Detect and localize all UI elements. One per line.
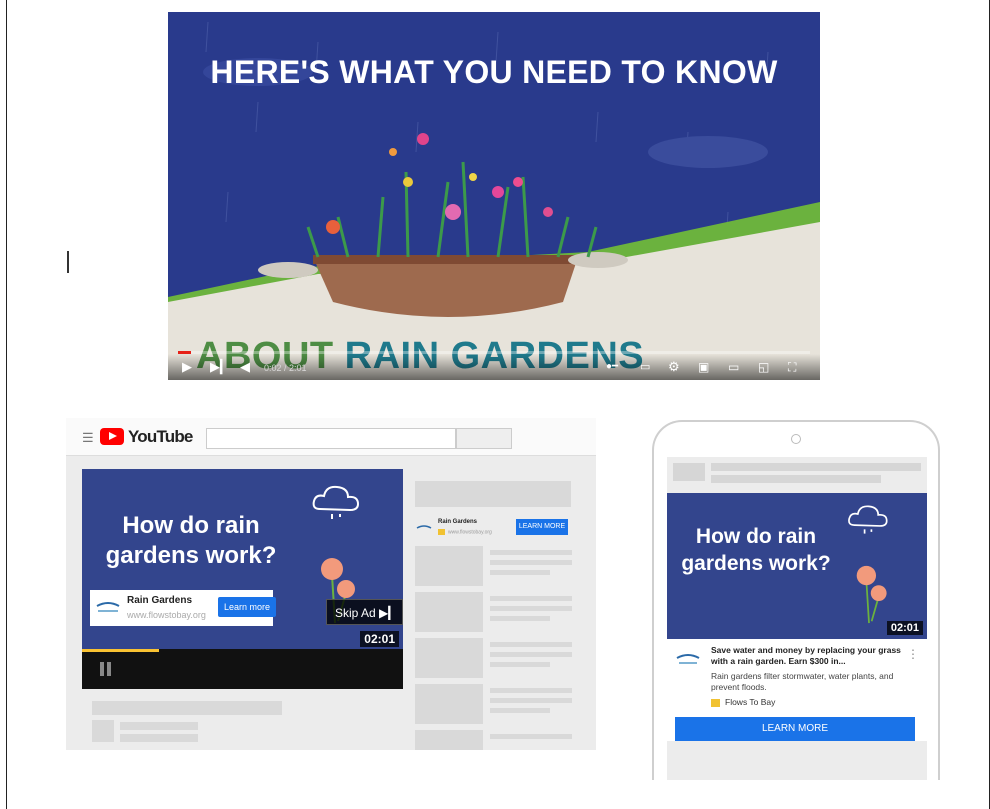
ad-url: www.flowstobay.org [127,610,206,620]
placeholder-text-3 [490,642,572,647]
placeholder-text-2c [490,616,550,621]
video-headline: HERE'S WHAT YOU NEED TO KNOW [210,54,778,90]
captions-icon[interactable]: ▭ [640,359,650,375]
sidebar-ad-url-text: www.flowstobay.org [448,529,492,536]
placeholder-text-1 [490,550,572,555]
desktop-video-title: How do rain gardens work? [105,512,277,569]
mobile-rain-cloud-icon [848,505,888,534]
mobile-ad-advertiser-name: Flows To Bay [725,697,776,707]
placeholder-subscribers [120,734,198,742]
desktop-youtube-mockup: ☰ YouTube How do rain gardens work? Rain… [66,418,596,750]
placeholder-text-4 [490,688,572,693]
placeholder-text-4c [490,708,550,713]
placeholder-text-1b [490,560,572,565]
theater-mode-icon[interactable]: ▭ [728,359,739,375]
mobile-ad-description: Rain gardens filter stormwater, water pl… [711,671,894,692]
desktop-video-player[interactable]: How do rain gardens work? Rain Gardens w… [82,469,403,649]
search-input[interactable] [206,428,456,449]
placeholder-channel-name [120,722,198,730]
play-icon[interactable]: ▶ [182,359,192,375]
mobile-duration-badge: 02:01 [886,621,923,635]
placeholder-thumbnail-3 [415,638,483,678]
more-options-icon[interactable]: ⋮ [907,647,919,661]
placeholder-text-3c [490,662,550,667]
youtube-logo-icon[interactable] [100,428,124,445]
fullscreen-icon[interactable]: ⛶ [788,359,796,375]
sidebar-ad-url: www.flowstobay.org [438,529,492,535]
placeholder-text-3b [490,652,572,657]
ad-badge-icon [438,529,445,535]
phone-mockup: How do rain gardens work? 02:01 Save wat… [652,420,940,780]
mobile-ad-card[interactable]: Save water and money by replacing your g… [667,639,927,741]
phone-camera-icon [791,434,801,444]
mobile-video-player[interactable]: How do rain gardens work? 02:01 [667,493,927,639]
learn-more-button[interactable]: Learn more [218,597,276,617]
miniplayer-icon[interactable]: ▣ [698,359,709,375]
sidebar-ad-logo-icon [416,525,432,529]
volume-icon[interactable]: ◀ [240,359,250,375]
placeholder-thumbnail-5 [415,730,483,750]
youtube-wordmark[interactable]: YouTube [128,427,193,447]
placeholder-video-title [92,701,282,715]
placeholder-header-line-1 [711,463,921,471]
placeholder-text-2 [490,596,572,601]
rain-cloud-icon [312,485,360,519]
sidebar-learn-more-button[interactable]: LEARN MORE [516,519,568,535]
placeholder-text-4b [490,698,572,703]
sidebar-ad-name: Rain Gardens [438,519,478,525]
text-cursor [67,251,69,273]
placeholder-channel-avatar [92,720,114,742]
video-duration-badge: 02:01 [360,631,399,647]
time-readout: 0:02 / 2:01 [264,363,307,373]
placeholder-thumbnail-2 [415,592,483,632]
progress-fill [178,351,191,354]
video-ad-overlay-card[interactable]: Rain Gardens www.flowstobay.org Learn mo… [90,590,276,626]
autoplay-toggle-icon[interactable]: ●━ [606,359,618,375]
search-button[interactable] [456,428,512,449]
placeholder-sidebar-banner [415,481,571,507]
skip-ad-button[interactable]: Skip Ad ▶▎ [326,599,403,625]
placeholder-header-line-2 [711,475,881,483]
youtube-topbar: ☰ YouTube [66,418,596,456]
settings-gear-icon[interactable]: ⚙ [668,359,680,375]
ad-progress-bar[interactable] [82,649,160,652]
menu-icon[interactable]: ☰ [82,430,94,446]
mobile-ad-advertiser: Flows To Bay [711,697,775,707]
phone-screen: How do rain gardens work? 02:01 Save wat… [667,457,927,780]
desktop-player-controls [82,649,403,689]
next-icon[interactable]: ▶▎ [210,359,230,375]
progress-bar[interactable] [178,351,810,354]
placeholder-thumbnail-4 [415,684,483,724]
sidebar-ad[interactable]: Rain Gardens www.flowstobay.org LEARN MO… [412,516,572,546]
main-video-player[interactable]: HERE'S WHAT YOU NEED TO KNOW ABOUT RAIN … [168,12,820,380]
mobile-advertiser-logo-icon [676,654,700,664]
advertiser-logo-icon [96,602,120,612]
placeholder-thumbnail-1 [415,546,483,586]
placeholder-text-1c [490,570,550,575]
mobile-ad-badge-icon [711,698,720,707]
mobile-ad-headline: Save water and money by replacing your g… [711,645,901,666]
placeholder-app-icon [673,463,705,481]
placeholder-text-2b [490,606,572,611]
placeholder-text-5 [490,734,572,739]
mobile-video-title: How do rain gardens work? [681,525,831,575]
cast-icon[interactable]: ◱ [758,359,769,375]
ad-advertiser-name: Rain Gardens [127,595,193,606]
mobile-flower-icon [856,565,887,624]
pause-icon[interactable] [100,662,114,676]
mobile-learn-more-button[interactable]: LEARN MORE [675,717,915,741]
